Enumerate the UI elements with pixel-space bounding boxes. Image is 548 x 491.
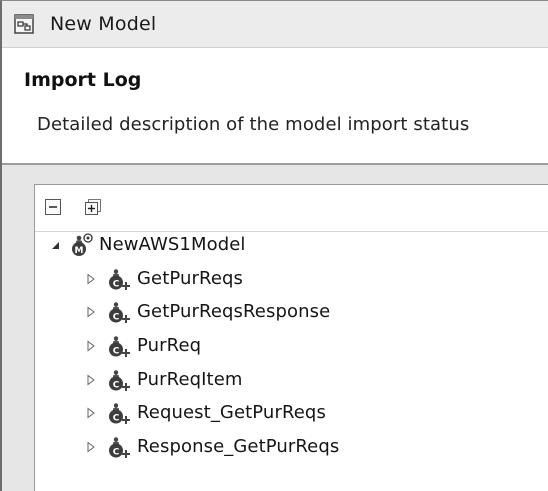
model-icon: M xyxy=(72,233,93,256)
tree-node-label: PurReq xyxy=(137,335,202,356)
tree-node[interactable]: C PurReqItem xyxy=(85,367,243,393)
tree-node-label: Request_GetPurReqs xyxy=(137,402,326,423)
expand-all-icon[interactable] xyxy=(85,199,101,215)
page-title: Import Log xyxy=(24,69,142,91)
collapsed-arrow-icon[interactable] xyxy=(85,407,97,419)
tree-node[interactable]: C GetPurReqs xyxy=(85,266,243,292)
import-log-tree: M NewAWS1Model C GetPurReqs C GetPurReqs… xyxy=(34,184,548,491)
collapsed-arrow-icon[interactable] xyxy=(85,273,97,285)
collapse-all-icon[interactable] xyxy=(45,199,61,215)
svg-text:C: C xyxy=(113,280,120,290)
svg-text:C: C xyxy=(113,414,120,424)
tree-root-node[interactable]: M NewAWS1Model xyxy=(49,232,246,258)
svg-text:C: C xyxy=(113,448,120,458)
tree-node-label: Response_GetPurReqs xyxy=(137,436,340,457)
class-icon: C xyxy=(109,302,130,323)
collapsed-arrow-icon[interactable] xyxy=(85,306,97,318)
class-icon: C xyxy=(109,437,130,458)
expanded-arrow-icon[interactable] xyxy=(49,239,61,251)
svg-text:C: C xyxy=(113,347,120,357)
class-icon: C xyxy=(109,403,130,424)
class-icon: C xyxy=(109,336,130,357)
window-title: New Model xyxy=(50,13,157,35)
tree-node[interactable]: C GetPurReqsResponse xyxy=(85,299,330,325)
tree-node[interactable]: C PurReq xyxy=(85,333,201,359)
svg-text:C: C xyxy=(113,313,120,323)
class-icon: C xyxy=(109,269,130,290)
model-window-icon xyxy=(14,14,34,34)
tree-node-label: GetPurReqs xyxy=(137,268,244,289)
tree-node[interactable]: C Response_GetPurReqs xyxy=(85,434,339,460)
svg-text:C: C xyxy=(113,381,120,391)
tree-node-label: PurReqItem xyxy=(137,369,243,390)
collapsed-arrow-icon[interactable] xyxy=(85,374,97,386)
new-model-dialog: New Model Import Log Detailed descriptio… xyxy=(0,0,548,491)
class-icon: C xyxy=(109,370,130,391)
title-bar[interactable]: New Model xyxy=(2,1,548,47)
collapsed-arrow-icon[interactable] xyxy=(85,340,97,352)
collapsed-arrow-icon[interactable] xyxy=(85,441,97,453)
svg-text:M: M xyxy=(75,246,84,256)
tree-node-label: NewAWS1Model xyxy=(99,234,246,255)
page-description: Detailed description of the model import… xyxy=(37,114,470,135)
tree-node[interactable]: C Request_GetPurReqs xyxy=(85,400,326,426)
wizard-header: Import Log Detailed description of the m… xyxy=(2,47,548,165)
content-area: M NewAWS1Model C GetPurReqs C GetPurReqs… xyxy=(2,165,548,491)
tree-node-label: GetPurReqsResponse xyxy=(137,301,331,322)
